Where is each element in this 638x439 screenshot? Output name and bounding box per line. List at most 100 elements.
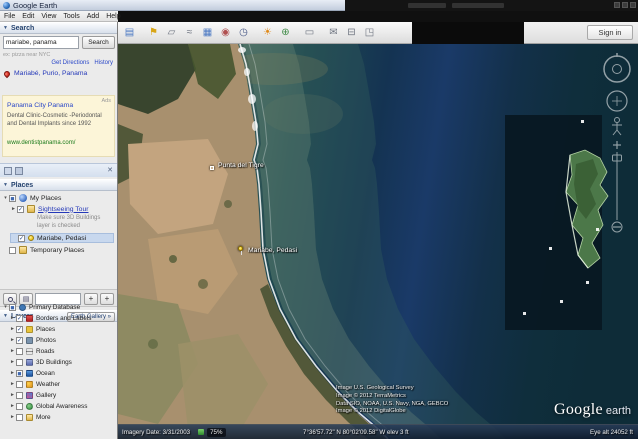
mariabe-checkbox[interactable]: ✓ <box>18 235 25 242</box>
top-row: ▤ ⚑ ▱ ≈ ▦ ◉ ◷ ☀ ⊕ ▭ ✉ ⊟ ◳ Sign in <box>118 22 638 44</box>
menu-help[interactable]: Help <box>106 13 120 20</box>
title-bar-left[interactable]: Google Earth <box>0 0 345 11</box>
planets-icon[interactable]: ⊕ <box>277 24 294 41</box>
layer-roads[interactable]: ► Roads <box>9 346 54 356</box>
buildings-checkbox[interactable] <box>16 359 23 366</box>
expander-icon[interactable]: ► <box>10 206 17 212</box>
plus-icon: + <box>89 295 94 303</box>
menu-edit[interactable]: Edit <box>22 13 34 20</box>
google-earth-window: Google Earth File Edit View Tools Add He… <box>0 0 638 439</box>
layer-gallery[interactable]: ► Gallery <box>9 390 56 400</box>
ocean-checkbox[interactable]: ◼ <box>16 370 23 377</box>
tree-item-my-places[interactable]: ▾ ◼ My Places <box>2 193 61 203</box>
borders-checkbox[interactable]: ✓ <box>16 315 23 322</box>
photos-checkbox[interactable]: ✓ <box>16 337 23 344</box>
minimize-button[interactable] <box>614 2 620 8</box>
menu-tools[interactable]: Tools <box>63 13 79 20</box>
expander-icon[interactable]: ► <box>9 348 16 354</box>
ad-box: Ads Panama City Panama Dental Clinic-Cos… <box>2 95 115 157</box>
more-checkbox[interactable] <box>16 414 23 421</box>
expander-icon[interactable]: ► <box>9 392 16 398</box>
primary-database-checkbox[interactable]: ◼ <box>9 304 16 311</box>
my-places-checkbox[interactable]: ◼ <box>9 195 16 202</box>
history-link[interactable]: History <box>94 60 113 66</box>
view-in-maps-icon[interactable]: ◳ <box>361 24 378 41</box>
search-panel-header[interactable]: ▼ Search <box>0 22 117 34</box>
maximize-button[interactable] <box>622 2 628 8</box>
menu-add[interactable]: Add <box>87 13 99 20</box>
search-input[interactable] <box>3 36 79 49</box>
layer-places[interactable]: ► ✓ Places <box>9 324 55 334</box>
add-content-button[interactable]: + <box>84 293 98 305</box>
sightseeing-checkbox[interactable]: ✓ <box>17 206 24 213</box>
layer-weather[interactable]: ► Weather <box>9 379 60 389</box>
ads-badge: Ads <box>102 98 111 104</box>
expander-icon[interactable]: ► <box>9 381 16 387</box>
layer-borders-labels[interactable]: ► ✓ Borders and Labels <box>9 313 91 323</box>
places-layer-icon <box>26 326 33 333</box>
expander-icon[interactable]: ► <box>9 359 16 365</box>
search-panel-title: Search <box>11 25 34 32</box>
imagery-attribution: Image U.S. Geological Survey Image © 201… <box>336 385 448 416</box>
sunlight-icon[interactable]: ☀ <box>259 24 276 41</box>
close-button[interactable] <box>630 2 636 8</box>
ad-url-link[interactable]: www.dentistpanama.com/ <box>7 140 75 146</box>
get-directions-link[interactable]: Get Directions <box>51 60 89 66</box>
expander-icon[interactable]: ► <box>9 315 16 321</box>
add-polygon-icon[interactable]: ▱ <box>163 24 180 41</box>
awareness-checkbox[interactable] <box>16 403 23 410</box>
map-status-bar: Imagery Date: 3/31/2003 75% 7°36'57.72" … <box>118 424 638 439</box>
save-result-icon[interactable] <box>15 167 23 175</box>
window-controls <box>614 2 636 8</box>
layer-more[interactable]: ► More <box>9 412 51 422</box>
tree-item-mariabe[interactable]: ✓ Mariabe, Pedasi <box>10 233 114 243</box>
add-image-overlay-icon[interactable]: ▦ <box>199 24 216 41</box>
temporary-checkbox[interactable] <box>9 247 16 254</box>
tree-item-temporary-places[interactable]: Temporary Places <box>2 245 84 255</box>
menu-view[interactable]: View <box>41 13 56 20</box>
mariabe-map-label[interactable]: Mariabe, Pedasi <box>248 247 297 254</box>
google-earth-logo: Google earth <box>554 401 631 419</box>
weather-checkbox[interactable] <box>16 381 23 388</box>
layer-3d-buildings[interactable]: ► 3D Buildings <box>9 357 72 367</box>
roads-checkbox[interactable] <box>16 348 23 355</box>
expander-icon[interactable]: ▾ <box>2 304 9 310</box>
email-icon[interactable]: ✉ <box>325 24 342 41</box>
print-icon[interactable]: ⊟ <box>343 24 360 41</box>
places-panel-header[interactable]: ▼ Places <box>0 179 117 191</box>
layer-global-awareness[interactable]: ► Global Awareness <box>9 401 87 411</box>
map-viewport[interactable]: Punta del Tigre Mariabe, Pedasi Image U.… <box>118 44 638 439</box>
menu-file[interactable]: File <box>4 13 15 20</box>
layer-primary-database[interactable]: ▾ ◼ Primary Database <box>2 302 80 312</box>
add-path-icon[interactable]: ≈ <box>181 24 198 41</box>
tree-item-sightseeing-tour[interactable]: ► ✓ Sightseeing Tour <box>10 204 89 214</box>
building-icon <box>26 359 33 366</box>
mariabe-map-pin[interactable] <box>238 246 243 251</box>
punta-del-tigre-label[interactable]: Punta del Tigre <box>218 162 264 169</box>
add-folder-button[interactable]: + <box>100 293 114 305</box>
pointer-coordinates: 7°36'57.72" N 80°02'09.58" W elev 3 ft <box>303 429 409 436</box>
expander-icon[interactable]: ► <box>9 403 16 409</box>
layer-ocean[interactable]: ► ◼ Ocean <box>9 368 55 378</box>
expander-icon[interactable]: ► <box>9 370 16 376</box>
ruler-icon[interactable]: ▭ <box>301 24 318 41</box>
clear-results-icon[interactable]: ✕ <box>107 166 113 174</box>
punta-del-tigre-marker[interactable] <box>210 166 214 170</box>
expander-icon[interactable]: ► <box>9 326 16 332</box>
gallery-checkbox[interactable] <box>16 392 23 399</box>
add-placemark-icon[interactable]: ⚑ <box>145 24 162 41</box>
copy-result-icon[interactable] <box>4 167 12 175</box>
yellow-pin-icon <box>28 235 34 241</box>
record-tour-icon[interactable]: ◉ <box>217 24 234 41</box>
historical-imagery-icon[interactable]: ◷ <box>235 24 252 41</box>
ad-title-link[interactable]: Panama City Panama <box>7 102 73 109</box>
expander-icon[interactable]: ► <box>9 414 16 420</box>
expander-icon[interactable]: ▾ <box>2 195 9 201</box>
sign-in-button[interactable]: Sign in <box>587 25 633 40</box>
places-layer-checkbox[interactable]: ✓ <box>16 326 23 333</box>
search-button[interactable]: Search <box>82 36 115 49</box>
search-result-row[interactable]: Mariabé, Purio, Panama <box>4 70 87 77</box>
layer-photos[interactable]: ► ✓ Photos <box>9 335 56 345</box>
expander-icon[interactable]: ► <box>9 337 16 343</box>
sidebar-toggle-icon[interactable]: ▤ <box>121 24 138 41</box>
